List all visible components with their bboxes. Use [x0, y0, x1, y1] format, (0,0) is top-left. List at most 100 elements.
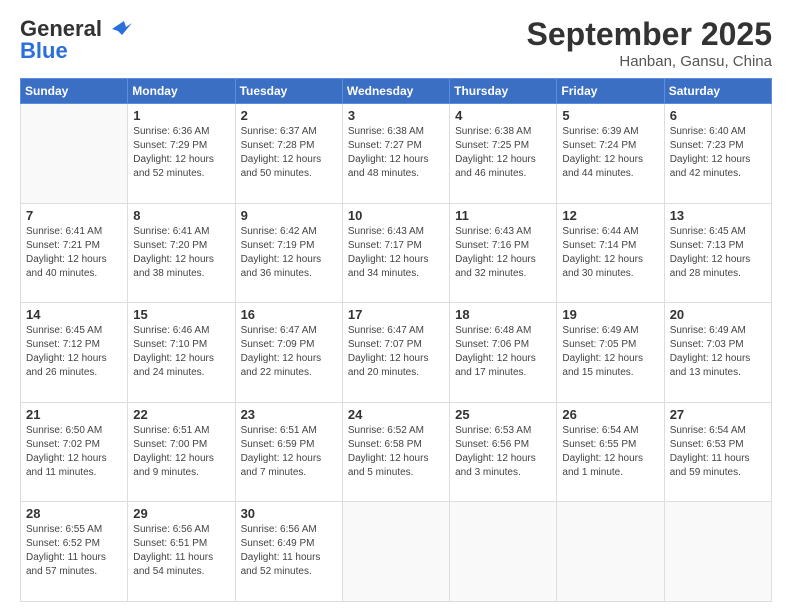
day-info: Sunrise: 6:46 AMSunset: 7:10 PMDaylight:… — [133, 324, 229, 380]
day-info: Sunrise: 6:39 AMSunset: 7:24 PMDaylight:… — [562, 125, 658, 181]
day-number: 20 — [670, 307, 766, 322]
day-info: Sunrise: 6:49 AMSunset: 7:05 PMDaylight:… — [562, 324, 658, 380]
day-info: Sunrise: 6:42 AMSunset: 7:19 PMDaylight:… — [241, 225, 337, 281]
day-number: 6 — [670, 108, 766, 123]
day-number: 29 — [133, 506, 229, 521]
col-friday: Friday — [557, 79, 664, 104]
table-row: 5 Sunrise: 6:39 AMSunset: 7:24 PMDaylight… — [557, 104, 664, 204]
table-row: 29 Sunrise: 6:56 AMSunset: 6:51 PMDayligh… — [128, 502, 235, 602]
col-thursday: Thursday — [450, 79, 557, 104]
table-row: 26 Sunrise: 6:54 AMSunset: 6:55 PMDayligh… — [557, 402, 664, 502]
day-info: Sunrise: 6:45 AMSunset: 7:13 PMDaylight:… — [670, 225, 766, 281]
table-row: 12 Sunrise: 6:44 AMSunset: 7:14 PMDayligh… — [557, 203, 664, 303]
table-row: 14Sunrise: 6:45 AMSunset: 7:12 PMDayligh… — [21, 303, 128, 403]
table-row: 1 Sunrise: 6:36 AMSunset: 7:29 PMDaylight… — [128, 104, 235, 204]
day-info: Sunrise: 6:37 AMSunset: 7:28 PMDaylight:… — [241, 125, 337, 181]
table-row: 30 Sunrise: 6:56 AMSunset: 6:49 PMDayligh… — [235, 502, 342, 602]
day-info: Sunrise: 6:48 AMSunset: 7:06 PMDaylight:… — [455, 324, 551, 380]
day-number: 10 — [348, 208, 444, 223]
day-info: Sunrise: 6:55 AMSunset: 6:52 PMDaylight:… — [26, 523, 122, 579]
table-row: 17Sunrise: 6:47 AMSunset: 7:07 PMDayligh… — [342, 303, 449, 403]
table-row: 6 Sunrise: 6:40 AMSunset: 7:23 PMDaylight… — [664, 104, 771, 204]
table-row: 3 Sunrise: 6:38 AMSunset: 7:27 PMDaylight… — [342, 104, 449, 204]
table-row: 23 Sunrise: 6:51 AMSunset: 6:59 PMDayligh… — [235, 402, 342, 502]
table-row: 11 Sunrise: 6:43 AMSunset: 7:16 PMDayligh… — [450, 203, 557, 303]
day-number: 7 — [26, 208, 122, 223]
table-row: 20 Sunrise: 6:49 AMSunset: 7:03 PMDayligh… — [664, 303, 771, 403]
day-number: 5 — [562, 108, 658, 123]
table-row: 9 Sunrise: 6:42 AMSunset: 7:19 PMDaylight… — [235, 203, 342, 303]
day-number: 19 — [562, 307, 658, 322]
table-row: 15 Sunrise: 6:46 AMSunset: 7:10 PMDayligh… — [128, 303, 235, 403]
day-number: 12 — [562, 208, 658, 223]
logo-bird-icon — [104, 19, 132, 39]
day-info: Sunrise: 6:41 AMSunset: 7:20 PMDaylight:… — [133, 225, 229, 281]
table-row — [21, 104, 128, 204]
day-info: Sunrise: 6:56 AMSunset: 6:51 PMDaylight:… — [133, 523, 229, 579]
day-info: Sunrise: 6:38 AMSunset: 7:25 PMDaylight:… — [455, 125, 551, 181]
day-info: Sunrise: 6:51 AMSunset: 6:59 PMDaylight:… — [241, 424, 337, 480]
day-number: 1 — [133, 108, 229, 123]
day-info: Sunrise: 6:44 AMSunset: 7:14 PMDaylight:… — [562, 225, 658, 281]
day-number: 16 — [241, 307, 337, 322]
table-row — [664, 502, 771, 602]
calendar-header-row: Sunday Monday Tuesday Wednesday Thursday… — [21, 79, 772, 104]
table-row: 8 Sunrise: 6:41 AMSunset: 7:20 PMDaylight… — [128, 203, 235, 303]
table-row: 28Sunrise: 6:55 AMSunset: 6:52 PMDayligh… — [21, 502, 128, 602]
day-info: Sunrise: 6:40 AMSunset: 7:23 PMDaylight:… — [670, 125, 766, 181]
table-row: 2 Sunrise: 6:37 AMSunset: 7:28 PMDaylight… — [235, 104, 342, 204]
table-row: 27 Sunrise: 6:54 AMSunset: 6:53 PMDayligh… — [664, 402, 771, 502]
table-row: 7Sunrise: 6:41 AMSunset: 7:21 PMDaylight… — [21, 203, 128, 303]
day-number: 26 — [562, 407, 658, 422]
day-info: Sunrise: 6:53 AMSunset: 6:56 PMDaylight:… — [455, 424, 551, 480]
col-tuesday: Tuesday — [235, 79, 342, 104]
day-number: 13 — [670, 208, 766, 223]
table-row — [342, 502, 449, 602]
day-info: Sunrise: 6:45 AMSunset: 7:12 PMDaylight:… — [26, 324, 122, 380]
table-row: 24Sunrise: 6:52 AMSunset: 6:58 PMDayligh… — [342, 402, 449, 502]
table-row: 10 Sunrise: 6:43 AMSunset: 7:17 PMDayligh… — [342, 203, 449, 303]
table-row — [557, 502, 664, 602]
day-number: 23 — [241, 407, 337, 422]
day-info: Sunrise: 6:36 AMSunset: 7:29 PMDaylight:… — [133, 125, 229, 181]
day-info: Sunrise: 6:38 AMSunset: 7:27 PMDaylight:… — [348, 125, 444, 181]
day-number: 8 — [133, 208, 229, 223]
day-info: Sunrise: 6:47 AMSunset: 7:09 PMDaylight:… — [241, 324, 337, 380]
day-info: Sunrise: 6:56 AMSunset: 6:49 PMDaylight:… — [241, 523, 337, 579]
col-sunday: Sunday — [21, 79, 128, 104]
day-number: 30 — [241, 506, 337, 521]
table-row: 21 Sunrise: 6:50 AMSunset: 7:02 PMDayligh… — [21, 402, 128, 502]
col-wednesday: Wednesday — [342, 79, 449, 104]
day-number: 27 — [670, 407, 766, 422]
day-info: Sunrise: 6:49 AMSunset: 7:03 PMDaylight:… — [670, 324, 766, 380]
table-row: 22 Sunrise: 6:51 AMSunset: 7:00 PMDayligh… — [128, 402, 235, 502]
calendar-table: Sunday Monday Tuesday Wednesday Thursday… — [20, 78, 772, 602]
day-number: 21 — [26, 407, 122, 422]
day-info: Sunrise: 6:43 AMSunset: 7:17 PMDaylight:… — [348, 225, 444, 281]
day-info: Sunrise: 6:50 AMSunset: 7:02 PMDaylight:… — [26, 424, 122, 480]
day-number: 2 — [241, 108, 337, 123]
logo-blue: Blue — [20, 38, 68, 64]
day-number: 11 — [455, 208, 551, 223]
table-row: 25 Sunrise: 6:53 AMSunset: 6:56 PMDayligh… — [450, 402, 557, 502]
table-row: 18Sunrise: 6:48 AMSunset: 7:06 PMDayligh… — [450, 303, 557, 403]
location-subtitle: Hanban, Gansu, China — [527, 53, 772, 70]
day-number: 22 — [133, 407, 229, 422]
title-block: September 2025 Hanban, Gansu, China — [527, 16, 772, 70]
day-info: Sunrise: 6:47 AMSunset: 7:07 PMDaylight:… — [348, 324, 444, 380]
day-info: Sunrise: 6:52 AMSunset: 6:58 PMDaylight:… — [348, 424, 444, 480]
page-header: General Blue September 2025 Hanban, Gans… — [20, 16, 772, 70]
day-info: Sunrise: 6:43 AMSunset: 7:16 PMDaylight:… — [455, 225, 551, 281]
table-row: 13 Sunrise: 6:45 AMSunset: 7:13 PMDayligh… — [664, 203, 771, 303]
day-info: Sunrise: 6:54 AMSunset: 6:53 PMDaylight:… — [670, 424, 766, 480]
day-number: 3 — [348, 108, 444, 123]
table-row — [450, 502, 557, 602]
table-row: 4 Sunrise: 6:38 AMSunset: 7:25 PMDaylight… — [450, 104, 557, 204]
day-info: Sunrise: 6:54 AMSunset: 6:55 PMDaylight:… — [562, 424, 658, 480]
day-number: 4 — [455, 108, 551, 123]
day-number: 9 — [241, 208, 337, 223]
day-number: 25 — [455, 407, 551, 422]
logo: General Blue — [20, 16, 132, 64]
day-info: Sunrise: 6:51 AMSunset: 7:00 PMDaylight:… — [133, 424, 229, 480]
day-number: 15 — [133, 307, 229, 322]
